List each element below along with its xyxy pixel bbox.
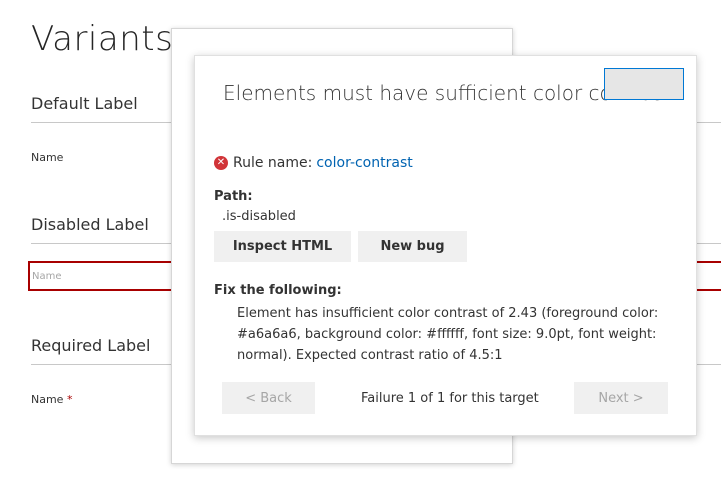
required-marker: * bbox=[66, 393, 73, 406]
rule-row: ✕ Rule name: color-contrast bbox=[214, 155, 413, 171]
required-field-label: Name bbox=[31, 393, 64, 406]
issue-details-dialog: Elements must have sufficient color cont… bbox=[194, 55, 697, 436]
section-label-disabled: Disabled Label bbox=[31, 215, 149, 234]
new-bug-button[interactable]: New bug bbox=[358, 231, 467, 262]
rule-prefix: Rule name: bbox=[233, 155, 313, 171]
path-value: .is-disabled bbox=[222, 209, 296, 224]
section-label-default: Default Label bbox=[31, 94, 138, 113]
next-button[interactable]: Next > bbox=[574, 382, 668, 414]
field-label-required-name: Name * bbox=[31, 393, 72, 406]
path-label: Path: bbox=[214, 189, 253, 204]
section-label-required: Required Label bbox=[31, 336, 151, 355]
disabled-input-placeholder: Name bbox=[32, 271, 62, 282]
close-button[interactable] bbox=[604, 68, 684, 100]
fix-label: Fix the following: bbox=[214, 283, 342, 298]
field-label-name: Name bbox=[31, 151, 64, 164]
rule-name-link[interactable]: color-contrast bbox=[316, 155, 412, 171]
fix-description: Element has insufficient color contrast … bbox=[237, 306, 659, 363]
failure-counter: Failure 1 of 1 for this target bbox=[361, 391, 539, 406]
back-button[interactable]: < Back bbox=[222, 382, 315, 414]
inspect-html-button[interactable]: Inspect HTML bbox=[214, 231, 351, 262]
page-title: Variants bbox=[31, 19, 174, 59]
x-circle-icon: ✕ bbox=[214, 156, 228, 170]
